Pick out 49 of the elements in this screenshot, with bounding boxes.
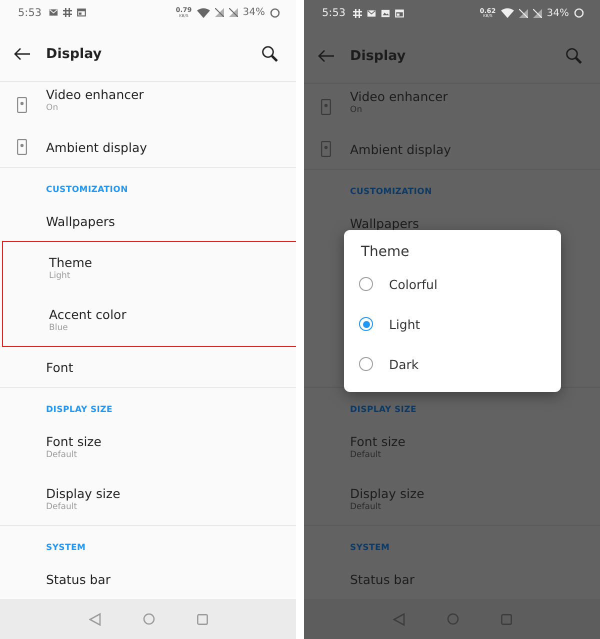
phone-icon [321, 98, 331, 114]
status-time: 5:53 [322, 7, 346, 19]
screen-title: Display [46, 46, 103, 62]
settings-item[interactable]: Theme Light [3, 242, 296, 294]
option-label[interactable]: Light [389, 316, 420, 332]
battery-percent: 34% [242, 7, 265, 18]
section-header: SYSTEM [0, 525, 296, 559]
settings-item[interactable]: Accent color Blue [3, 294, 296, 346]
phone-icon [321, 141, 331, 157]
search-button[interactable] [260, 44, 280, 64]
section-header: DISPLAY SIZE [0, 387, 296, 421]
phone-icon [17, 96, 27, 112]
radio-button[interactable] [359, 277, 373, 291]
battery-ring-icon [270, 8, 280, 18]
back-nav-icon[interactable] [392, 612, 404, 626]
calendar-icon [394, 8, 404, 18]
radio-button[interactable] [359, 357, 373, 371]
option-label[interactable]: Colorful [389, 276, 438, 292]
phone-icon [17, 139, 27, 155]
mail-icon [48, 8, 58, 18]
settings-item[interactable]: Display size Default [0, 473, 296, 525]
recents-nav-icon[interactable] [196, 614, 208, 624]
settings-item[interactable]: Font [0, 347, 296, 387]
home-nav-icon[interactable] [446, 613, 458, 625]
hash-icon [352, 8, 362, 18]
screen-title: Display [350, 48, 407, 64]
status-time: 5:53 [18, 6, 42, 19]
calendar-icon [76, 8, 86, 18]
settings-item[interactable]: Wallpapers [0, 201, 296, 241]
battery-ring-icon [574, 8, 584, 18]
dialog-title: Theme [361, 244, 410, 260]
section-header: SYSTEM [304, 525, 600, 559]
wifi-icon [196, 8, 210, 18]
home-nav-icon[interactable] [142, 613, 154, 625]
option-label[interactable]: Dark [389, 356, 419, 372]
mail-icon [366, 8, 376, 18]
settings-item[interactable]: Status bar [0, 559, 296, 599]
settings-item[interactable]: Ambient display [0, 127, 296, 167]
section-header: CUSTOMIZATION [304, 169, 600, 203]
battery-percent: 34% [546, 8, 569, 18]
settings-item[interactable]: Font size Default [0, 421, 296, 473]
back-nav-icon[interactable] [88, 612, 100, 626]
radio-button[interactable] [359, 317, 373, 331]
recents-nav-icon[interactable] [500, 614, 512, 624]
image-icon [380, 8, 390, 18]
section-header: CUSTOMIZATION [0, 167, 296, 201]
hash-icon [62, 8, 72, 18]
wifi-icon [500, 8, 514, 18]
settings-item[interactable]: Video enhancer On [0, 82, 296, 127]
